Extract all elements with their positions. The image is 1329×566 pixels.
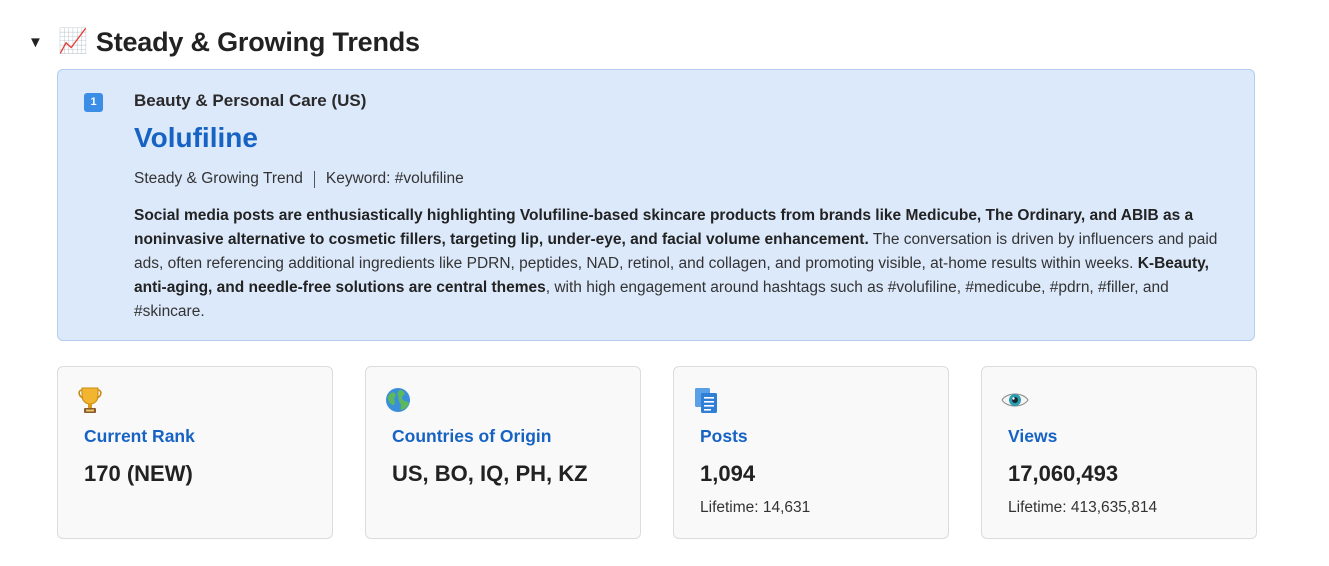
stat-card-posts: Posts 1,094 Lifetime: 14,631	[673, 366, 949, 539]
meta-divider	[313, 170, 315, 188]
stat-card-current-rank: Current Rank 170 (NEW)	[57, 366, 333, 539]
stat-label: Views	[1008, 426, 1058, 446]
rank-badge: 1	[84, 93, 103, 112]
stat-value: US, BO, IQ, PH, KZ	[392, 461, 588, 486]
stat-value: 17,060,493	[1008, 461, 1119, 486]
trend-keyword: Keyword: #volufiline	[325, 170, 464, 187]
stat-lifetime: Lifetime: 14,631	[700, 499, 811, 516]
stat-label: Countries of Origin	[392, 426, 552, 446]
trend-meta: Steady & Growing Trend Keyword: #volufil…	[134, 170, 464, 188]
stat-value: 170 (NEW)	[84, 461, 193, 486]
stat-card-countries: Countries of Origin US, BO, IQ, PH, KZ	[365, 366, 641, 539]
trend-description: Social media posts are enthusiastically …	[134, 204, 1234, 324]
eye-icon	[1000, 385, 1029, 415]
stat-value: 1,094	[700, 461, 756, 486]
stat-lifetime: Lifetime: 413,635,814	[1008, 499, 1158, 516]
stat-label: Posts	[700, 426, 748, 446]
stat-card-views: Views 17,060,493 Lifetime: 413,635,814	[981, 366, 1257, 539]
section-header[interactable]: ▼ 📈 Steady & Growing Trends	[28, 22, 420, 62]
trend-name-link[interactable]: Volufiline	[134, 122, 258, 154]
chart-increasing-icon: 📈	[58, 28, 88, 55]
trophy-icon	[76, 385, 104, 415]
trend-type: Steady & Growing Trend	[134, 170, 303, 187]
trend-category: Beauty & Personal Care (US)	[134, 91, 367, 110]
document-icon	[692, 385, 720, 415]
trend-card: 1 Beauty & Personal Care (US) Volufiline…	[57, 69, 1255, 341]
section-title: Steady & Growing Trends	[95, 26, 420, 57]
stat-label: Current Rank	[84, 426, 195, 446]
collapse-caret-icon[interactable]: ▼	[28, 34, 58, 51]
globe-icon	[384, 385, 412, 415]
